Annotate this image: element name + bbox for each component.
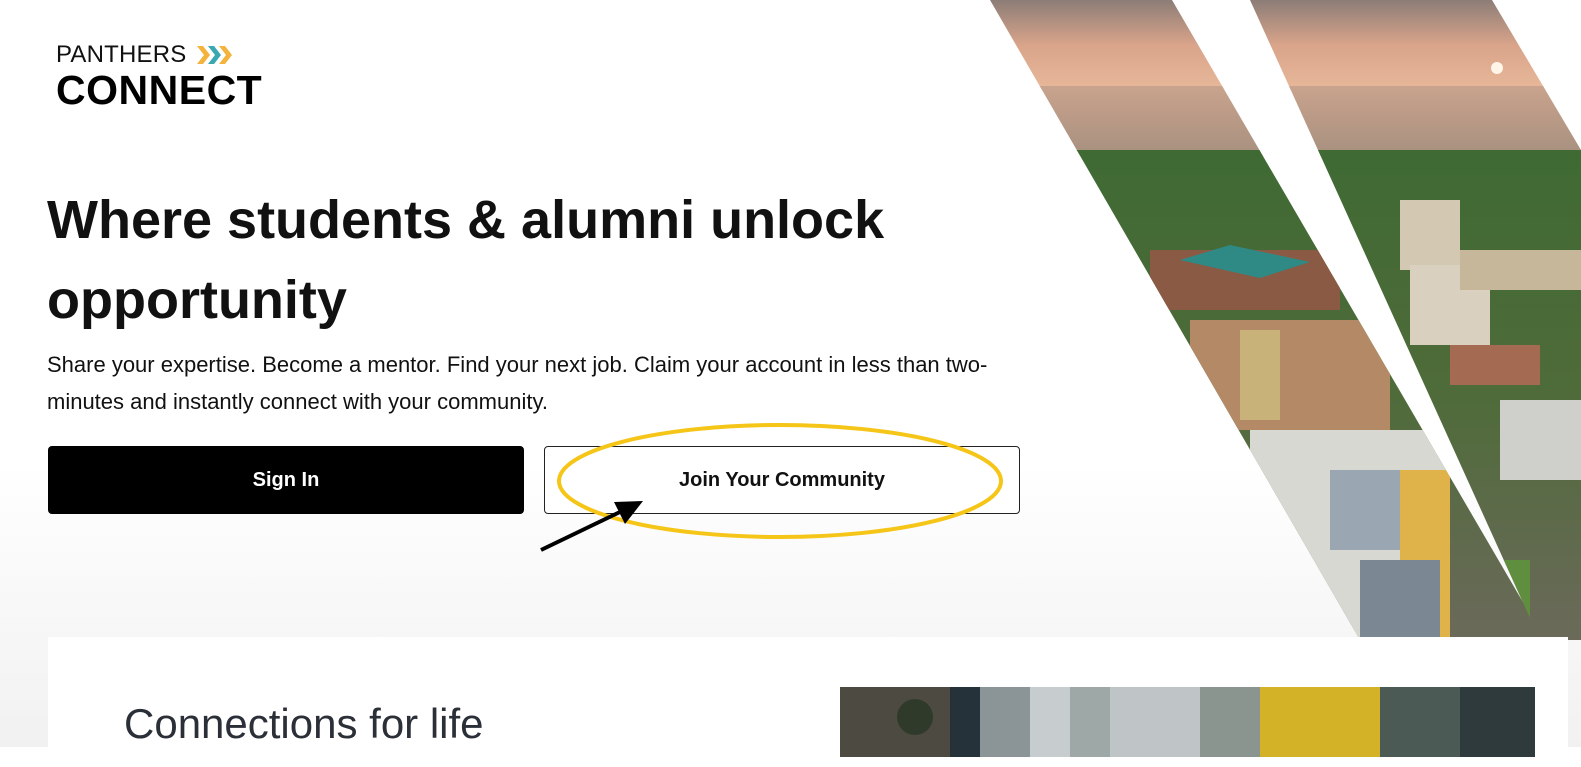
logo-chevrons-icon [197,46,232,64]
hero-subtext: Share your expertise. Become a mentor. F… [47,352,988,414]
sign-in-button[interactable]: Sign In [48,446,524,514]
logo-connect-text: CONNECT [56,67,263,113]
connections-card: Connections for life [48,637,1568,767]
join-community-label: Join Your Community [679,468,885,491]
join-community-button[interactable]: Join Your Community [544,446,1020,514]
logo-panthers-text: PANTHERS [56,41,187,68]
hero-headline: Where students & alumni unlock opportuni… [47,190,885,330]
section-title: Connections for life [124,700,484,747]
panthers-connect-logo[interactable]: PANTHERS CONNECT [56,40,296,112]
sign-in-label: Sign In [252,468,320,491]
